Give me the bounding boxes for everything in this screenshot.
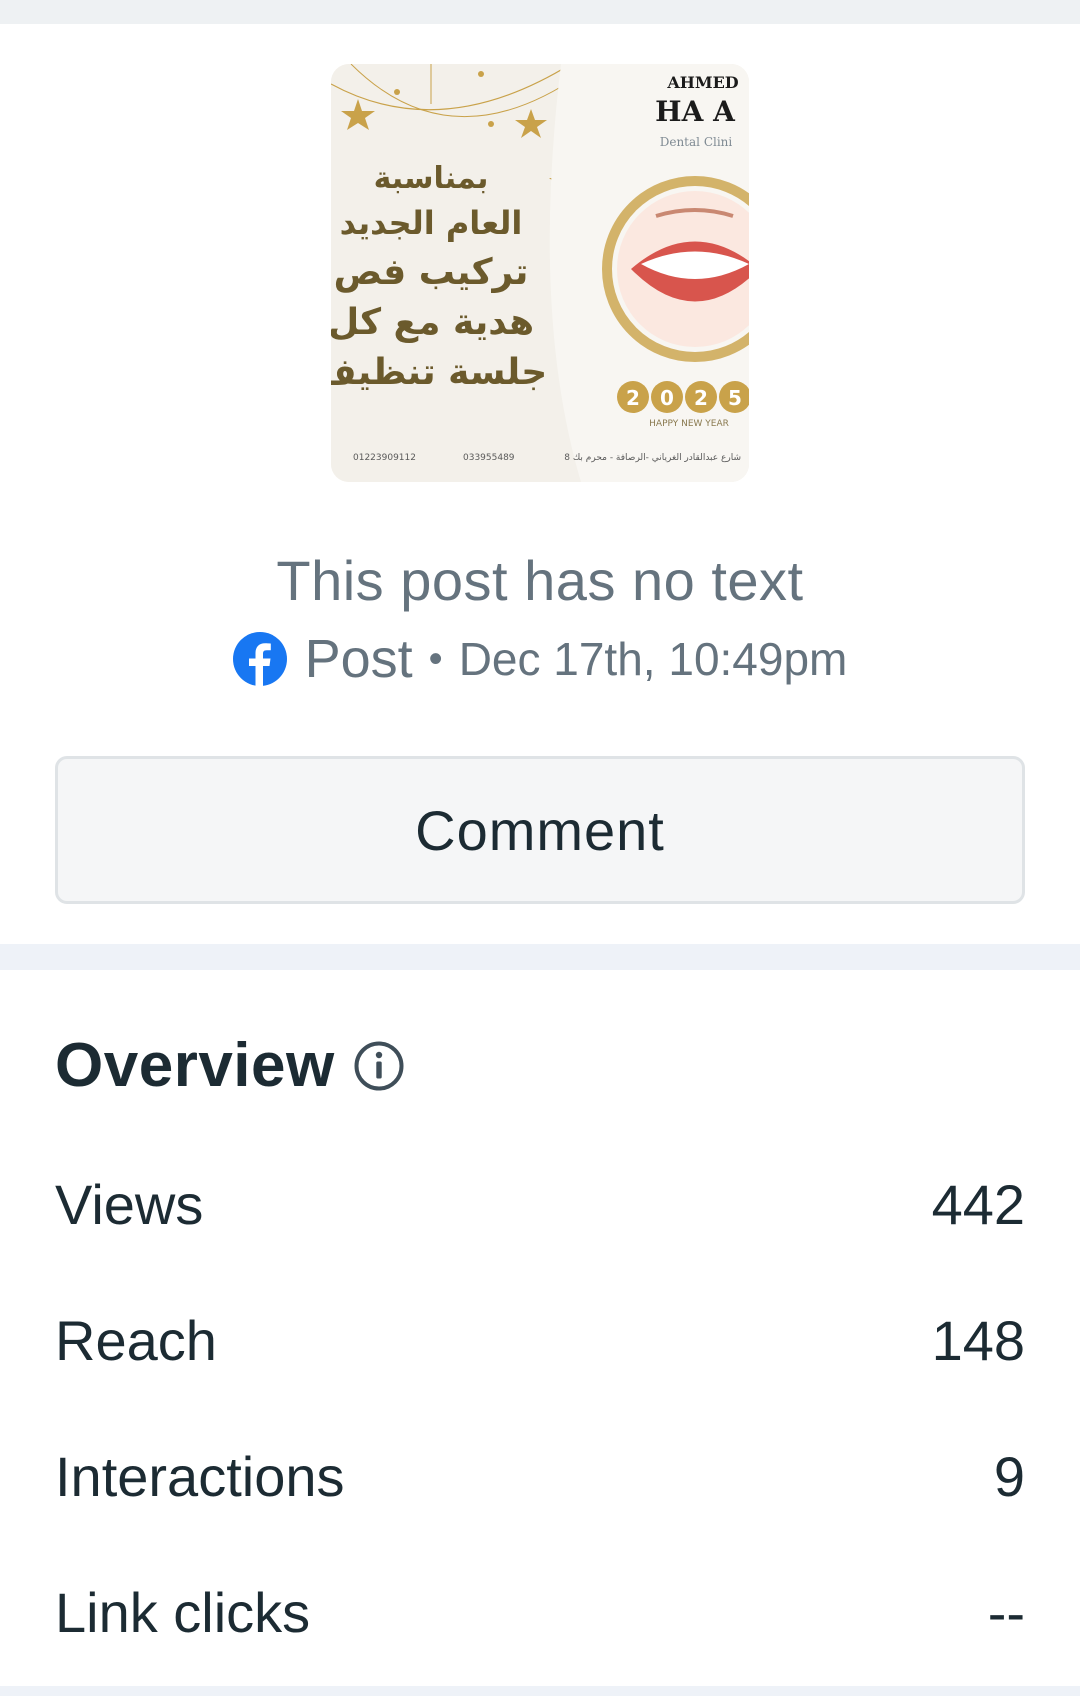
metric-value: 148 <box>931 1308 1025 1372</box>
svg-text:033955489: 033955489 <box>463 453 515 463</box>
svg-text:هدية مع كل: هدية مع كل <box>331 302 534 343</box>
metric-label: Views <box>55 1172 204 1236</box>
metric-value: 442 <box>931 1172 1025 1236</box>
post-meta: Post • Dec 17th, 10:49pm <box>0 628 1080 690</box>
svg-text:0: 0 <box>660 386 674 410</box>
metric-row-reach: Reach 148 <box>55 1300 1025 1380</box>
overview-title: Overview <box>55 1031 335 1100</box>
top-divider <box>0 0 1080 24</box>
svg-text:HA A: HA A <box>655 95 736 128</box>
post-no-text-label: This post has no text <box>276 549 804 612</box>
post-type: Post <box>304 629 413 689</box>
comment-button[interactable]: Comment <box>55 756 1025 904</box>
overview-header: Overview <box>55 1030 405 1101</box>
info-icon[interactable] <box>353 1040 405 1092</box>
svg-text:5: 5 <box>728 386 742 410</box>
post-thumbnail[interactable]: AHMED HA A Dental Clini بمناسبة العام ال… <box>331 64 749 482</box>
svg-text:2: 2 <box>626 386 640 410</box>
svg-text:HAPPY NEW YEAR: HAPPY NEW YEAR <box>649 419 729 429</box>
svg-text:بمناسبة: بمناسبة <box>374 161 489 196</box>
svg-text:2: 2 <box>694 386 708 410</box>
metric-label: Reach <box>55 1308 217 1372</box>
facebook-icon <box>232 632 287 686</box>
metric-value: 9 <box>993 1444 1025 1508</box>
metric-label: Link clicks <box>55 1580 311 1644</box>
metric-row-interactions: Interactions 9 <box>55 1436 1025 1516</box>
svg-text:01223909112: 01223909112 <box>353 453 416 463</box>
bottom-divider <box>0 1686 1080 1696</box>
svg-text:العام الجديد: العام الجديد <box>340 204 523 242</box>
svg-text:AHMED: AHMED <box>666 73 738 92</box>
svg-text:Dental Clini: Dental Clini <box>660 135 733 149</box>
svg-text:تركيب فص: تركيب فص <box>334 252 529 293</box>
meta-separator: • <box>428 636 443 681</box>
metric-row-link-clicks: Link clicks -- <box>55 1572 1025 1652</box>
metric-value: -- <box>987 1580 1025 1644</box>
svg-text:8 شارع عبدالقادر الغرياني -الر: 8 شارع عبدالقادر الغرياني -الرصافة - محر… <box>564 453 741 463</box>
post-date: Dec 17th, 10:49pm <box>458 633 848 685</box>
metric-row-views: Views 442 <box>55 1164 1025 1244</box>
svg-text:جلسة تنظيف: جلسة تنظيف <box>331 352 547 393</box>
metric-label: Interactions <box>55 1444 345 1508</box>
section-divider <box>0 944 1080 970</box>
